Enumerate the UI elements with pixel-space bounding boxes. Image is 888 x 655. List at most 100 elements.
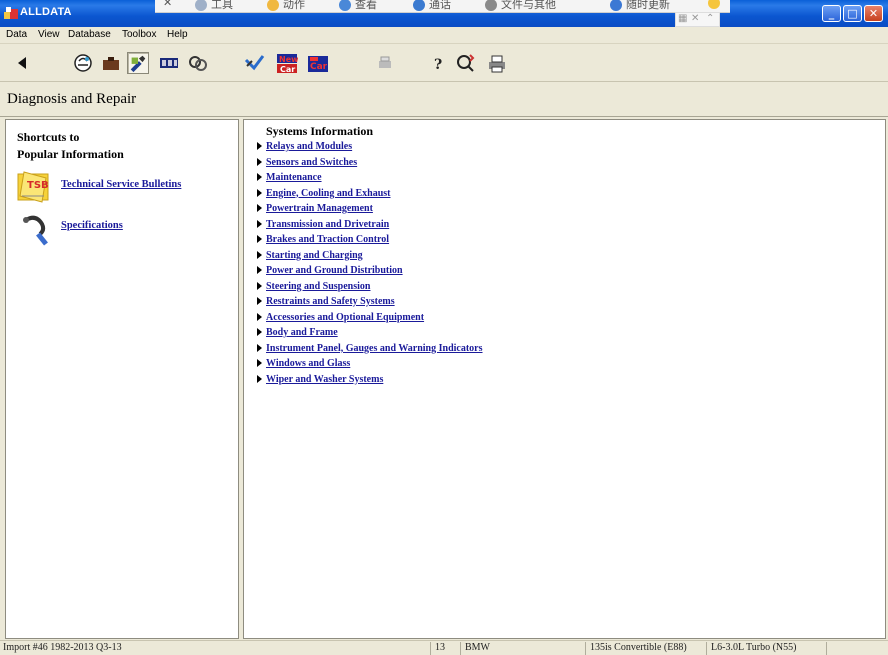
status-bar: Import #46 1982-2013 Q3-13 13 BMW 135is …	[0, 640, 888, 655]
search-icon[interactable]	[455, 52, 477, 74]
system-link[interactable]: Engine, Cooling and Exhaust	[266, 188, 391, 199]
vehicle-selection-icon[interactable]	[72, 52, 94, 74]
tsb-icon[interactable]: TSB	[14, 168, 54, 204]
shortcuts-heading-line2: Popular Information	[17, 147, 124, 161]
print-icon[interactable]	[374, 52, 396, 74]
help-icon[interactable]: ?	[428, 52, 450, 74]
toolbar: New Car Car ?	[0, 44, 888, 82]
expand-triangle-icon[interactable]	[257, 343, 262, 352]
procedures-icon[interactable]	[187, 52, 209, 74]
system-link[interactable]: Powertrain Management	[266, 203, 373, 214]
maximize-button[interactable]: □	[843, 5, 862, 22]
expand-triangle-icon[interactable]	[257, 188, 262, 197]
menu-data[interactable]: Data	[6, 29, 27, 40]
overlay-float-controls: ▦ ✕ ⌃	[675, 12, 720, 27]
list-item: Engine, Cooling and Exhaust	[257, 188, 483, 204]
expand-triangle-icon[interactable]	[257, 250, 262, 259]
list-item: Brakes and Traction Control	[257, 234, 483, 250]
menu-view[interactable]: View	[38, 29, 60, 40]
system-link[interactable]: Maintenance	[266, 172, 322, 183]
expand-triangle-icon[interactable]	[257, 359, 262, 367]
specifications-icon[interactable]	[158, 52, 180, 74]
page-title: Diagnosis and Repair	[7, 91, 137, 107]
overlay-item-tools[interactable]: 工具	[195, 0, 233, 12]
expand-triangle-icon[interactable]	[257, 328, 262, 336]
overlay-item-update[interactable]: 随时更新	[610, 0, 670, 12]
list-item: Power and Ground Distribution	[257, 265, 483, 281]
expand-triangle-icon[interactable]	[257, 374, 262, 383]
overlay-item-files[interactable]: 文件与其他	[485, 0, 556, 12]
expand-triangle-icon[interactable]	[257, 173, 262, 181]
overlay-close-icon[interactable]: ✕	[163, 0, 172, 9]
expand-triangle-icon[interactable]	[257, 281, 262, 290]
system-link[interactable]: Brakes and Traction Control	[266, 234, 389, 245]
expand-triangle-icon[interactable]	[257, 235, 262, 243]
list-item: Accessories and Optional Equipment	[257, 312, 483, 328]
svg-text:New: New	[279, 55, 298, 64]
menu-bar: Data View Database Toolbox Help	[0, 27, 888, 44]
back-icon[interactable]	[12, 52, 34, 74]
overlay-item-label: 动作	[283, 0, 305, 11]
expand-triangle-icon[interactable]	[257, 219, 262, 228]
expand-triangle-icon[interactable]	[257, 266, 262, 274]
actions-icon	[267, 0, 279, 11]
systems-title: Systems Information	[266, 124, 373, 138]
view-icon	[339, 0, 351, 11]
overlay-item-call[interactable]: 通话	[413, 0, 451, 12]
system-link[interactable]: Starting and Charging	[266, 250, 363, 261]
system-link[interactable]: Wiper and Washer Systems	[266, 374, 383, 385]
expand-triangle-icon[interactable]	[257, 157, 262, 166]
component-locator-icon[interactable]	[100, 52, 122, 74]
list-item: Maintenance	[257, 172, 483, 188]
title-bar[interactable]: ALLDATA ✕ 工具 动作 查看 通话 文件与其他 随时更新 ▦ ✕ ⌃ _…	[0, 0, 888, 27]
menu-help[interactable]: Help	[167, 29, 188, 40]
menu-database[interactable]: Database	[68, 29, 111, 40]
status-engine: L6-3.0L Turbo (N55)	[706, 642, 826, 655]
system-link[interactable]: Transmission and Drivetrain	[266, 219, 389, 230]
system-link[interactable]: Sensors and Switches	[266, 157, 357, 168]
emoji-icon[interactable]	[708, 0, 724, 9]
expand-triangle-icon[interactable]	[257, 204, 262, 212]
chevron-up-icon[interactable]: ⌃	[706, 13, 714, 24]
menu-toolbox[interactable]: Toolbox	[122, 29, 156, 40]
list-item: Starting and Charging	[257, 250, 483, 266]
list-item: Windows and Glass	[257, 358, 483, 374]
alldata-window: ALLDATA ✕ 工具 动作 查看 通话 文件与其他 随时更新 ▦ ✕ ⌃ _…	[0, 0, 888, 655]
list-item: Powertrain Management	[257, 203, 483, 219]
system-link[interactable]: Steering and Suspension	[266, 281, 370, 292]
close-button[interactable]: ✕	[864, 5, 883, 22]
systems-pane: Systems Information Relays and Modules Se…	[243, 119, 886, 639]
system-link[interactable]: Accessories and Optional Equipment	[266, 312, 424, 323]
overlay-item-actions[interactable]: 动作	[267, 0, 305, 12]
tsb-link[interactable]: Technical Service Bulletins	[61, 179, 181, 190]
minimize-button[interactable]: _	[822, 5, 841, 22]
grid-icon[interactable]: ▦	[678, 13, 687, 24]
system-link[interactable]: Instrument Panel, Gauges and Warning Ind…	[266, 343, 483, 354]
tools-icon	[195, 0, 207, 11]
overlay-item-label: 文件与其他	[501, 0, 556, 11]
system-link[interactable]: Body and Frame	[266, 327, 338, 338]
minimize-icon: _	[828, 7, 835, 20]
expand-triangle-icon[interactable]	[257, 142, 262, 150]
specifications-wrench-icon[interactable]	[18, 214, 52, 248]
list-item: Instrument Panel, Gauges and Warning Ind…	[257, 343, 483, 359]
system-link[interactable]: Relays and Modules	[266, 141, 352, 152]
overlay-collapse-icon[interactable]: ✕	[691, 13, 699, 24]
specifications-link[interactable]: Specifications	[61, 220, 123, 231]
expand-triangle-icon[interactable]	[257, 312, 262, 321]
system-link[interactable]: Power and Ground Distribution	[266, 265, 403, 276]
overlay-item-view[interactable]: 查看	[339, 0, 377, 12]
expand-triangle-icon[interactable]	[257, 297, 262, 305]
files-icon	[485, 0, 497, 11]
new-car-icon[interactable]: New Car	[276, 52, 298, 74]
shortcuts-heading: Shortcuts to Popular Information	[17, 129, 124, 163]
list-item: Wiper and Washer Systems	[257, 374, 483, 390]
car-repair-icon[interactable]: Car	[307, 52, 329, 74]
system-link[interactable]: Windows and Glass	[266, 358, 350, 369]
diagnosis-repair-icon[interactable]	[127, 52, 149, 74]
close-icon: ✕	[868, 7, 879, 20]
system-link[interactable]: Restraints and Safety Systems	[266, 296, 395, 307]
shortcuts-pane: Shortcuts to Popular Information TSB Tec…	[5, 119, 239, 639]
repair-tools-icon[interactable]	[243, 52, 265, 74]
printer-icon[interactable]	[486, 52, 508, 74]
